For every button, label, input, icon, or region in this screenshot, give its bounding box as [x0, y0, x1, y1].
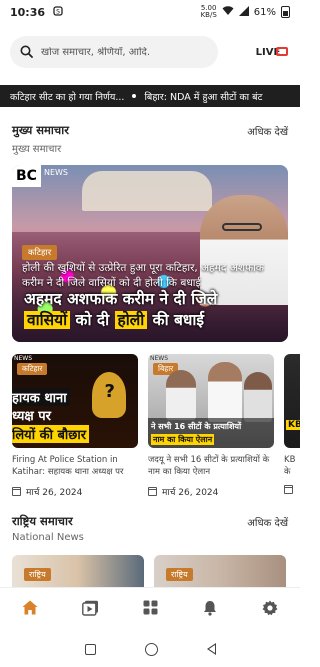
thumbnail-text: हायक थाना	[12, 388, 70, 406]
system-navigation-bar	[0, 631, 300, 667]
news-card[interactable]: राष्ट्रिय	[12, 555, 144, 587]
question-mark: ?	[104, 381, 115, 402]
nav-notifications[interactable]	[190, 590, 230, 630]
nav-settings[interactable]	[250, 590, 290, 630]
news-date	[284, 485, 300, 494]
wifi-icon	[222, 5, 234, 19]
categories-icon	[143, 600, 158, 619]
status-time: 10:36	[10, 5, 46, 19]
network-speed: 5.00 KB/S	[200, 4, 217, 19]
recent-apps-icon[interactable]	[84, 643, 96, 655]
video-icon	[81, 600, 99, 620]
news-caption: जदयू ने सभी 16 सीटों के प्रत्याशियों के …	[148, 455, 270, 477]
thumbnail-news-mark: NEWS	[14, 355, 33, 362]
see-more-link[interactable]: अधिक देखें	[247, 124, 288, 138]
app-notification-icon: S	[53, 5, 63, 19]
calendar-icon	[148, 487, 157, 496]
ticker-separator	[132, 94, 137, 98]
section-title: राष्ट्रिय समाचार	[12, 514, 73, 528]
date-text: मार्च 26, 2024	[162, 488, 219, 498]
search-bar[interactable]	[10, 36, 218, 68]
thumbnail-news-mark: NEWS	[150, 355, 169, 362]
live-button[interactable]: LIVE	[246, 37, 290, 67]
calendar-icon	[12, 487, 21, 496]
person	[166, 370, 196, 420]
ticker-item[interactable]: कटिहार सीट का हो गया निर्णय...	[10, 90, 124, 103]
person	[244, 372, 272, 422]
section-subtitle: National News	[12, 532, 84, 543]
back-icon[interactable]	[206, 643, 216, 655]
news-date: मार्च 26, 2024	[148, 485, 274, 498]
news-card[interactable]: राष्ट्रिय	[154, 555, 286, 587]
national-card-row: राष्ट्रिय राष्ट्रिय	[12, 555, 300, 587]
nav-home[interactable]	[10, 590, 50, 630]
battery-percent: 61%	[253, 6, 276, 18]
ticker-item[interactable]: बिहार: NDA में हुआ सीटों का बंट	[144, 90, 262, 103]
channel-logo: BC NEWS	[12, 165, 68, 187]
news-thumbnail: NEWS कटिहार ? हायक थाना ध्यक्ष पर लियों …	[12, 354, 138, 448]
news-thumbnail: NEWS बिहार ने सभी 16 सीटों के प्रत्याशिय…	[148, 354, 274, 448]
news-card[interactable]: KB KB के	[284, 354, 300, 494]
thumbnail-text: नाम का किया ऐलान	[151, 434, 215, 445]
hero-news-card[interactable]: BC NEWS कटिहार होली की खुशियों से उत्प्र…	[12, 165, 288, 342]
news-card-row: NEWS कटिहार ? हायक थाना ध्यक्ष पर लियों …	[12, 354, 300, 504]
person	[208, 362, 242, 422]
category-tag: राष्ट्रिय	[24, 568, 51, 581]
news-caption: Firing At Police Station in Katihar: सहा…	[12, 455, 124, 477]
thumbnail-text: लियों की बौछार	[12, 425, 90, 443]
national-news-header: राष्ट्रिय समाचार National News अधिक देखे…	[12, 514, 288, 543]
hero-image-glasses	[222, 223, 262, 231]
thumbnail-text: ने सभी 16 सीटों के प्रत्याशियों	[151, 422, 242, 431]
news-caption: KB के	[284, 455, 296, 477]
main-news-header: मुख्य समाचार मुख्य समाचार अधिक देखें	[12, 123, 288, 155]
app-header: LIVE	[10, 34, 290, 70]
date-text: मार्च 26, 2024	[26, 488, 83, 498]
home-icon	[22, 600, 38, 619]
search-input[interactable]	[41, 46, 201, 58]
calendar-icon	[284, 485, 293, 494]
home-system-icon[interactable]	[144, 642, 158, 656]
news-thumbnail: KB	[284, 354, 300, 448]
category-tag: कटिहार	[22, 245, 58, 260]
news-card[interactable]: NEWS कटिहार ? हायक थाना ध्यक्ष पर लियों …	[12, 354, 138, 498]
category-tag: कटिहार	[17, 363, 48, 375]
nav-videos[interactable]	[70, 590, 110, 630]
notifications-icon	[203, 600, 217, 620]
breaking-news-ticker[interactable]: कटिहार सीट का हो गया निर्णय... बिहार: ND…	[0, 85, 300, 107]
nav-categories[interactable]	[130, 590, 170, 630]
thumbnail-text: ध्यक्ष पर	[12, 409, 51, 424]
live-tv-icon	[276, 47, 288, 56]
settings-icon	[262, 600, 278, 620]
status-bar: 10:36 S 5.00 KB/S 61%	[0, 0, 300, 24]
hero-headline: होली की खुशियों से उत्प्रेरित हुआ पूरा क…	[22, 262, 264, 289]
see-more-link[interactable]: अधिक देखें	[247, 515, 288, 529]
news-card[interactable]: NEWS बिहार ने सभी 16 सीटों के प्रत्याशिय…	[148, 354, 274, 498]
hero-image-background	[82, 171, 212, 211]
category-tag: राष्ट्रिय	[166, 568, 193, 581]
bottom-navigation	[0, 587, 300, 631]
svg-text:S: S	[56, 8, 60, 15]
section-title: मुख्य समाचार	[12, 123, 69, 137]
search-icon	[20, 43, 33, 62]
hero-image-headline: अहमद अशफाक करीम ने दी जिले वासियों को दी…	[24, 290, 218, 329]
news-date: मार्च 26, 2024	[12, 485, 138, 498]
thumbnail-text: KB	[286, 420, 300, 430]
signal-icon	[238, 5, 249, 19]
section-subtitle: मुख्य समाचार	[12, 144, 62, 155]
battery-icon	[281, 6, 290, 18]
